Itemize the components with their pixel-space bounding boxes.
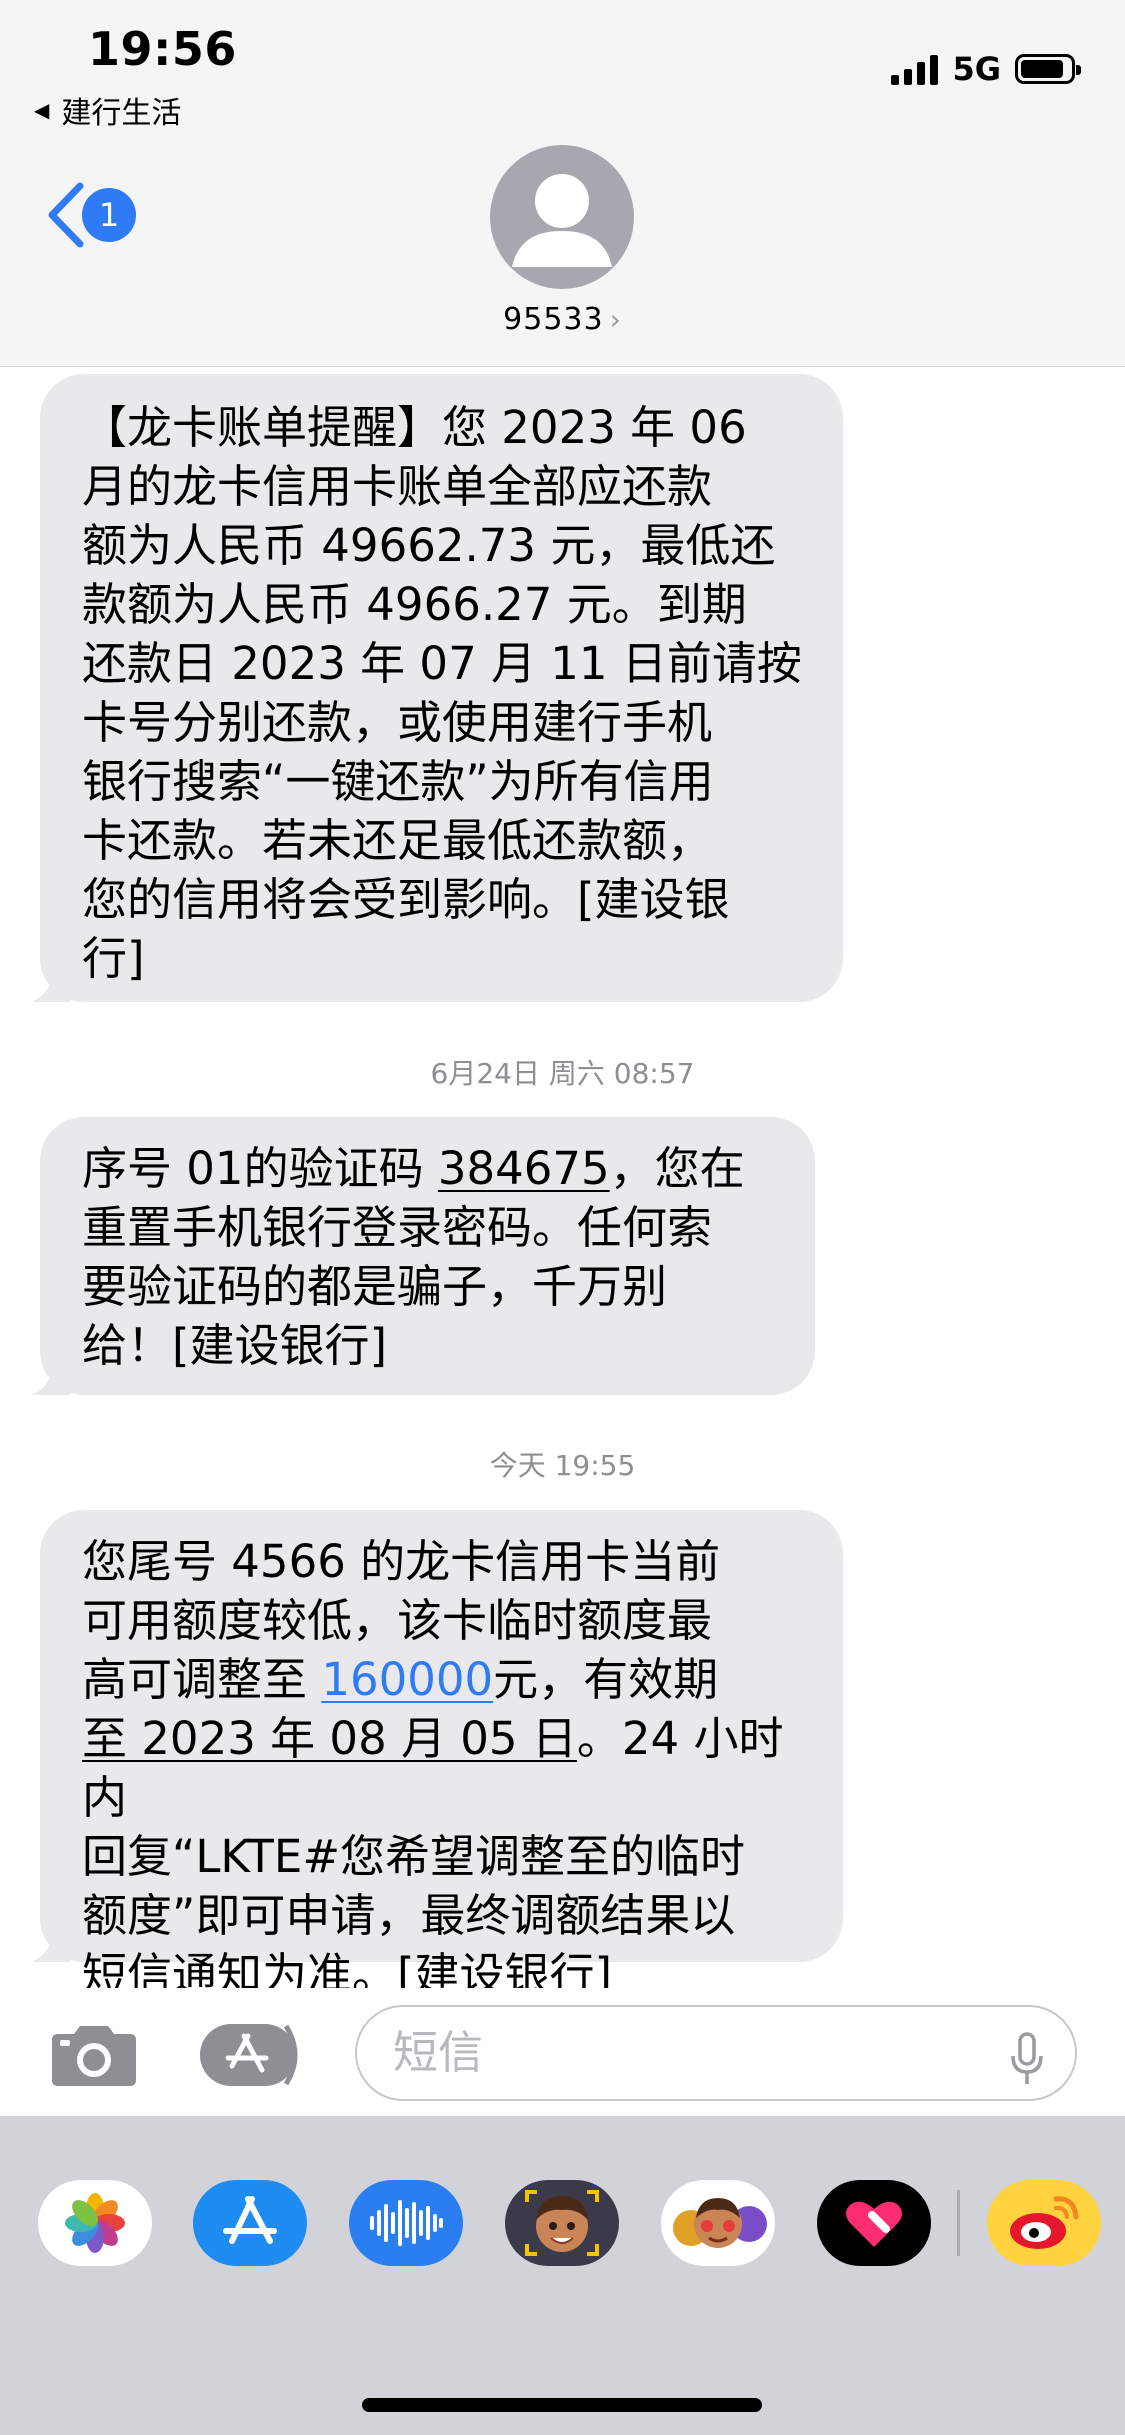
message-line: 额为人民币 49662.73 元，最低还 [82, 519, 776, 572]
network-type: 5G [952, 50, 1001, 88]
cellular-signal-icon [891, 53, 939, 85]
message-line: 银行搜索“一键还款”为所有信用 [82, 755, 714, 808]
amount-link[interactable]: 160000 [321, 1653, 493, 1706]
message-line: 款额为人民币 4966.27 元。到期 [82, 578, 747, 631]
message-line: 回复“LKTE#您希望调整至的临时 [82, 1830, 746, 1883]
message-line: 可用额度较低，该卡临时额度最 [82, 1594, 713, 1647]
camera-button[interactable] [50, 2022, 138, 2092]
message-input[interactable]: 短信 [355, 2005, 1077, 2101]
back-button[interactable]: 1 [44, 180, 136, 250]
app-store-icon [200, 2024, 298, 2086]
camera-icon [52, 2026, 136, 2086]
message-line: 卡号分别还款，或使用建行手机 [82, 696, 713, 749]
memoji-app-icon[interactable] [505, 2180, 619, 2266]
bubble-tail [30, 1355, 70, 1395]
message-line: 额度”即可申请，最终调额结果以 [82, 1889, 736, 1942]
message-input-placeholder: 短信 [393, 2026, 484, 2079]
message-bubble-credit-limit[interactable]: 您尾号 4566 的龙卡信用卡当前 可用额度较低，该卡临时额度最 高可调整至 1… [30, 1510, 843, 2001]
message-line: 您尾号 4566 的龙卡信用卡当前 [82, 1535, 721, 1588]
weibo-app-icon[interactable] [987, 2180, 1101, 2266]
message-bubble-bill-reminder[interactable]: 【龙卡账单提醒】您 2023 年 06 月的龙卡信用卡账单全部应还款 额为人民币… [30, 374, 843, 1002]
message-line: 给！[建设银行] [82, 1319, 388, 1372]
back-to-app[interactable]: ◀ 建行生活 [34, 88, 181, 132]
drawer-divider [957, 2190, 960, 2256]
message-line: 【龙卡账单提醒】您 2023 年 06 [82, 401, 747, 454]
message-line: 您的信用将会受到影响。[建设银 [82, 873, 730, 926]
status-icons: 5G [891, 50, 1081, 88]
message-line: 高可调整至 160000元，有效期 [82, 1653, 719, 1706]
back-app-label: 建行生活 [61, 96, 182, 131]
unread-badge: 1 [82, 188, 136, 242]
verification-code-link[interactable]: 384675 [438, 1142, 610, 1195]
conversation-header: 19:56 ◀ 建行生活 5G 1 95533 › [0, 0, 1125, 367]
chevron-right-icon: › [609, 303, 622, 336]
message-line: 卡还款。若未还足最低还款额， [82, 814, 713, 867]
date-link[interactable]: 至 2023 年 08 月 05 日 [82, 1712, 577, 1765]
timestamp: 今天 19:55 [489, 1449, 636, 1482]
battery-icon [1015, 54, 1081, 84]
home-indicator [362, 2398, 762, 2412]
status-time: 19:56 [88, 22, 237, 76]
app-store-app-icon[interactable] [193, 2180, 307, 2266]
timestamp: 6月24日 周六 08:57 [430, 1057, 695, 1090]
message-line: 至 2023 年 08 月 05 日。24 小时内 [82, 1712, 784, 1824]
bubble-tail [30, 1922, 70, 1962]
person-icon [512, 174, 612, 267]
message-line: 还款日 2023 年 07 月 11 日前请按 [82, 637, 802, 690]
animoji-stickers-app-icon[interactable] [661, 2180, 775, 2266]
digital-touch-app-icon[interactable] [817, 2180, 931, 2266]
message-bubble-verification-code[interactable]: 序号 01的验证码 384675，您在 重置手机银行登录密码。任何索 要验证码的… [30, 1117, 815, 1395]
microphone-icon [1011, 2032, 1043, 2084]
message-line: 行] [82, 932, 145, 985]
contact-name-button[interactable]: 95533 › [0, 302, 1125, 337]
contact-number: 95533 [503, 302, 604, 337]
audio-message-app-icon[interactable] [349, 2180, 463, 2266]
apps-button[interactable] [198, 2020, 308, 2094]
message-line: 序号 01的验证码 384675，您在 [82, 1142, 745, 1195]
back-triangle-icon: ◀ [34, 98, 50, 122]
imessage-app-drawer [0, 2116, 1125, 2435]
message-line: 重置手机银行登录密码。任何索 [82, 1201, 713, 1254]
bubble-tail [30, 962, 70, 1002]
dictation-button[interactable] [1009, 2027, 1045, 2119]
photos-app-icon[interactable] [38, 2180, 152, 2266]
message-line: 要验证码的都是骗子，千万别 [82, 1260, 668, 1313]
contact-avatar[interactable] [490, 145, 634, 289]
message-line: 月的龙卡信用卡账单全部应还款 [82, 460, 713, 513]
